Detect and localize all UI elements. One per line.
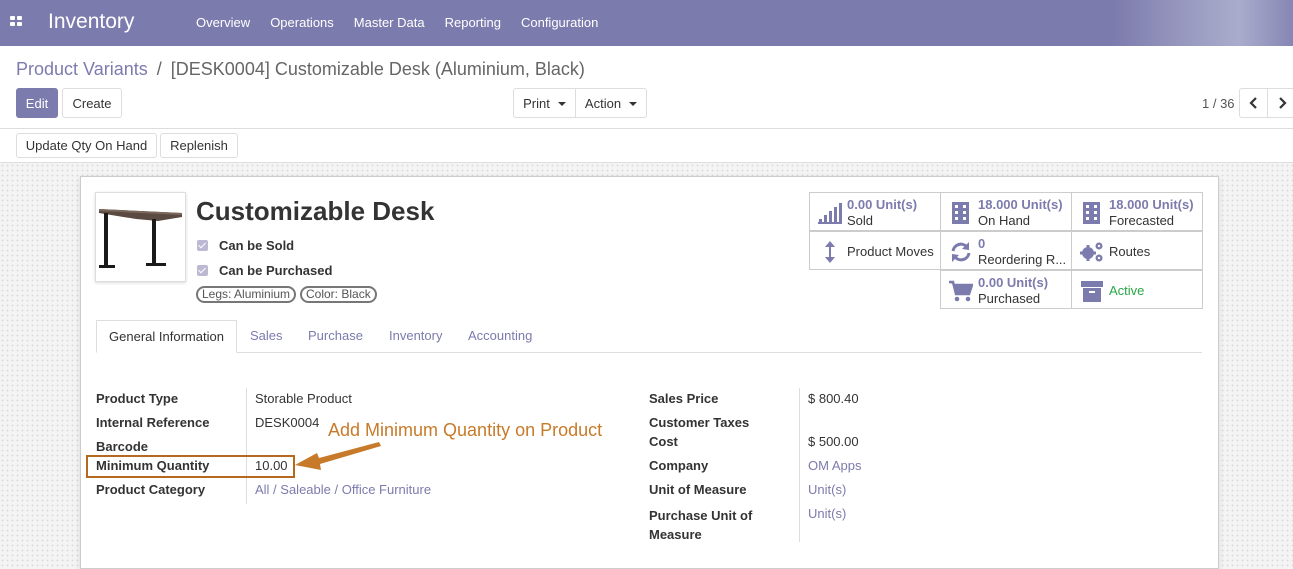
purchase-unit-of-measure-label: Purchase Unit of Measure xyxy=(649,508,753,542)
purchased-label: Purchased xyxy=(978,291,1041,306)
pager-value[interactable]: 1 / 36 xyxy=(1202,96,1235,111)
vertical-arrows-icon xyxy=(825,241,835,263)
pager-next-button[interactable] xyxy=(1267,88,1293,118)
tab-accounting[interactable]: Accounting xyxy=(468,328,532,343)
menu-configuration[interactable]: Configuration xyxy=(521,15,598,30)
pager-previous-button[interactable] xyxy=(1239,88,1268,118)
cogs-icon xyxy=(1080,242,1103,262)
purchased-value: 0.00 Unit(s) xyxy=(978,275,1049,290)
top-menu: Overview Operations Master Data Reportin… xyxy=(196,15,618,30)
tabs-underline xyxy=(96,352,1202,353)
reordering-smart-button[interactable]: 0 Reordering R... xyxy=(940,231,1072,270)
product-name[interactable]: Customizable Desk xyxy=(196,196,434,227)
product-moves-smart-button[interactable]: Product Moves xyxy=(809,231,941,270)
forecasted-value: 18.000 Unit(s) xyxy=(1109,197,1194,212)
product-moves-label: Product Moves xyxy=(847,244,934,259)
user-menu-area[interactable] xyxy=(1113,0,1293,46)
create-button[interactable]: Create xyxy=(62,88,122,118)
can-be-purchased-checkbox[interactable] xyxy=(197,265,208,276)
barcode-label: Barcode xyxy=(96,439,149,454)
tab-inventory[interactable]: Inventory xyxy=(389,328,442,343)
can-be-sold-label: Can be Sold xyxy=(219,238,295,253)
print-dropdown[interactable]: Print xyxy=(513,88,576,118)
attribute-tag-legs[interactable]: Legs: Aluminium xyxy=(196,286,297,303)
product-category-value[interactable]: All / Saleable / Office Furniture xyxy=(255,482,431,497)
purchase-unit-of-measure-value[interactable]: Unit(s) xyxy=(808,506,846,521)
desk-image-icon xyxy=(99,209,182,268)
annotation-text: Add Minimum Quantity on Product xyxy=(328,420,603,440)
breadcrumb-parent[interactable]: Product Variants xyxy=(16,59,148,79)
on-hand-label: On Hand xyxy=(978,213,1031,228)
product-category-label: Product Category xyxy=(96,482,206,497)
refresh-icon xyxy=(951,242,971,262)
can-be-purchased-label: Can be Purchased xyxy=(219,263,333,278)
product-type-value[interactable]: Storable Product xyxy=(255,391,352,406)
archive-icon xyxy=(1081,281,1103,302)
menu-operations[interactable]: Operations xyxy=(270,15,334,30)
sales-price-value[interactable]: $ 800.40 xyxy=(808,391,859,406)
action-label: Action xyxy=(584,95,622,111)
can-be-sold-checkbox[interactable] xyxy=(197,240,208,251)
on-hand-smart-button[interactable]: 18.000 Unit(s) On Hand xyxy=(940,192,1072,231)
chevron-right-icon xyxy=(1278,97,1287,109)
building-icon xyxy=(1083,202,1100,224)
reordering-label: Reordering R... xyxy=(978,252,1067,267)
caret-down-icon xyxy=(557,101,566,106)
routes-smart-button[interactable]: Routes xyxy=(1071,231,1203,270)
menu-reporting[interactable]: Reporting xyxy=(445,15,501,30)
active-toggle-button[interactable]: Active xyxy=(1071,270,1203,309)
edit-button[interactable]: Edit xyxy=(16,88,58,118)
cost-value[interactable]: $ 500.00 xyxy=(808,434,859,449)
shopping-cart-icon xyxy=(949,280,973,302)
apps-menu-icon[interactable] xyxy=(10,16,23,28)
product-image[interactable] xyxy=(95,192,186,282)
annotation-arrow-icon xyxy=(295,442,381,470)
active-label: Active xyxy=(1109,283,1145,298)
reordering-value: 0 xyxy=(978,236,986,251)
forecasted-label: Forecasted xyxy=(1109,213,1175,228)
sold-value: 0.00 Unit(s) xyxy=(847,197,918,212)
chevron-left-icon xyxy=(1248,97,1257,109)
cost-label: Cost xyxy=(649,434,678,449)
right-field-separator xyxy=(799,388,800,542)
purchased-smart-button[interactable]: 0.00 Unit(s) Purchased xyxy=(940,270,1072,309)
internal-reference-value[interactable]: DESK0004 xyxy=(255,415,319,430)
product-type-label: Product Type xyxy=(96,391,179,406)
forecasted-smart-button[interactable]: 18.000 Unit(s) Forecasted xyxy=(1071,192,1203,231)
tab-sales[interactable]: Sales xyxy=(250,328,283,343)
left-field-separator xyxy=(246,388,247,504)
tab-purchase[interactable]: Purchase xyxy=(308,328,363,343)
bar-chart-icon xyxy=(818,203,842,224)
top-navbar: Inventory Overview Operations Master Dat… xyxy=(0,0,1293,46)
internal-reference-label: Internal Reference xyxy=(96,415,210,430)
breadcrumb-separator: / xyxy=(156,59,162,79)
menu-master-data[interactable]: Master Data xyxy=(354,15,425,30)
routes-label: Routes xyxy=(1109,244,1151,259)
sold-smart-button[interactable]: 0.00 Unit(s) Sold xyxy=(809,192,941,231)
replenish-button[interactable]: Replenish xyxy=(160,133,238,158)
app-title[interactable]: Inventory xyxy=(48,10,134,34)
menu-overview[interactable]: Overview xyxy=(196,15,250,30)
unit-of-measure-value[interactable]: Unit(s) xyxy=(808,482,846,497)
sales-price-label: Sales Price xyxy=(649,391,719,406)
attribute-tag-color[interactable]: Color: Black xyxy=(300,286,377,303)
customer-taxes-label: Customer Taxes xyxy=(649,415,750,430)
update-qty-button[interactable]: Update Qty On Hand xyxy=(16,133,157,158)
control-panel-divider xyxy=(0,128,1293,129)
on-hand-value: 18.000 Unit(s) xyxy=(978,197,1063,212)
annotation-highlight-box xyxy=(86,455,295,478)
breadcrumb-current: [DESK0004] Customizable Desk (Aluminium,… xyxy=(170,59,585,79)
sold-label: Sold xyxy=(847,213,874,228)
company-value[interactable]: OM Apps xyxy=(808,458,861,473)
company-label: Company xyxy=(649,458,709,473)
unit-of-measure-label: Unit of Measure xyxy=(649,482,747,497)
building-icon xyxy=(952,202,969,224)
print-label: Print xyxy=(523,95,550,111)
caret-down-icon xyxy=(629,101,638,106)
tab-general-information[interactable]: General Information xyxy=(96,320,237,353)
breadcrumb: Product Variants / [DESK0004] Customizab… xyxy=(16,59,585,80)
action-dropdown[interactable]: Action xyxy=(575,88,647,118)
